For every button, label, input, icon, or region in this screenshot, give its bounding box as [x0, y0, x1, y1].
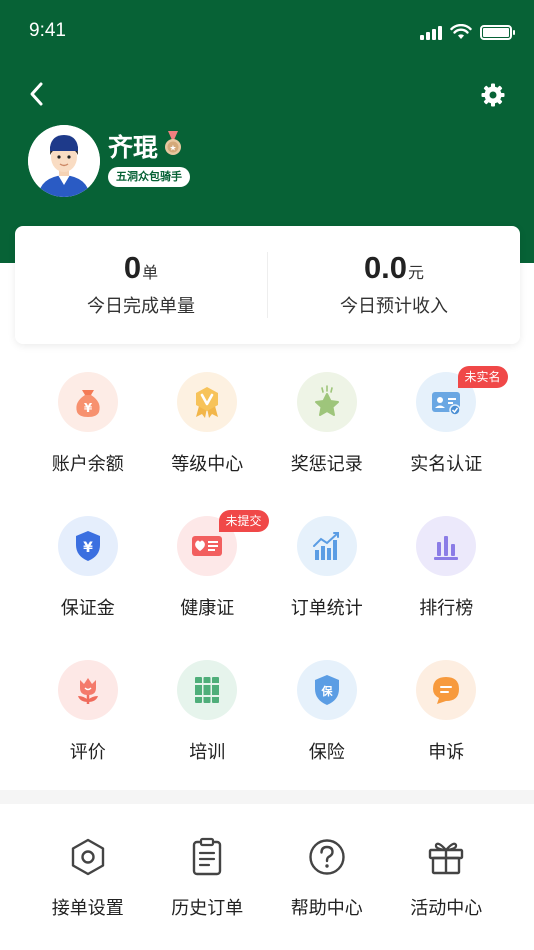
bottom-label: 历史订单 [171, 898, 244, 919]
role-tag: 五洞众包骑手 [108, 167, 190, 187]
grid-label: 账户余额 [51, 454, 124, 475]
grid-item-appeal[interactable]: 申诉 [387, 660, 507, 804]
bar-chart-icon [312, 532, 339, 560]
bottom-item-history-orders[interactable]: 历史订单 [148, 804, 268, 950]
bottom-label: 接单设置 [51, 898, 124, 919]
grid-label: 等级中心 [171, 454, 244, 475]
stat-unit: 单 [142, 263, 159, 282]
section-divider [0, 790, 534, 804]
wifi-icon [450, 24, 472, 39]
grid-label: 实名认证 [410, 454, 483, 475]
grid-item-rewards-record[interactable]: 奖惩记录 [267, 372, 387, 516]
grid-label: 健康证 [180, 598, 235, 619]
user-name: 齐琨 [108, 133, 159, 162]
status-time: 9:41 [29, 20, 66, 41]
bottom-label: 帮助中心 [290, 898, 363, 919]
ranking-icon [434, 536, 459, 560]
battery-icon [480, 24, 515, 40]
settings-gear-icon[interactable] [480, 82, 506, 108]
svg-text:¥: ¥ [83, 540, 93, 556]
level-badge-icon [196, 387, 219, 418]
avatar[interactable] [28, 125, 100, 197]
money-bag-icon: ¥ [76, 390, 100, 417]
rider-avatar-icon [28, 125, 100, 197]
svg-text:★: ★ [169, 144, 176, 153]
svg-text:¥: ¥ [84, 401, 93, 415]
stat-value: 0.0 [363, 250, 408, 285]
grid-item-review[interactable]: 评价 [28, 660, 148, 804]
stat-label: 今日完成单量 [87, 296, 195, 317]
star-icon [314, 385, 339, 416]
grid-label: 订单统计 [290, 598, 363, 619]
grid-item-deposit[interactable]: ¥ 保证金 [28, 516, 148, 660]
stat-label: 今日预计收入 [340, 296, 448, 317]
stat-estimated-income[interactable]: 0.0元 今日预计收入 [268, 226, 520, 344]
grid-item-insurance[interactable]: 保 保险 [267, 660, 387, 804]
grid-label: 申诉 [428, 742, 465, 763]
status-icons [420, 24, 515, 40]
stat-completed-orders[interactable]: 0单 今日完成单量 [15, 226, 267, 344]
medal-icon: ★ [165, 131, 181, 155]
grid-label: 奖惩记录 [290, 454, 363, 475]
insurance-shield-icon: 保 [314, 675, 339, 705]
health-cert-icon [192, 536, 223, 556]
grid-label: 保证金 [60, 598, 115, 619]
grid-label: 评价 [69, 742, 106, 763]
question-icon [309, 839, 345, 875]
grid-item-training[interactable]: 培训 [148, 660, 268, 804]
deposit-shield-icon: ¥ [75, 531, 100, 561]
grid-label: 培训 [189, 742, 226, 763]
bottom-item-order-settings[interactable]: 接单设置 [28, 804, 148, 950]
today-stats-card: 0单 今日完成单量 0.0元 今日预计收入 [15, 226, 520, 344]
stat-unit: 元 [408, 263, 425, 282]
grid-item-real-name-auth[interactable]: 实名认证 未实名 [387, 366, 508, 516]
grid-label: 排行榜 [419, 598, 474, 619]
clipboard-icon [193, 837, 222, 876]
feature-grid: ¥ 账户余额 等级中心 奖惩记录 实名认证 未实名 ¥ 保证金 健康证 未提交 … [0, 366, 534, 804]
status-bar: 9:41 [0, 0, 534, 64]
back-arrow-icon[interactable] [24, 80, 52, 108]
grid-item-account-balance[interactable]: ¥ 账户余额 [28, 372, 148, 516]
hex-nut-icon [71, 838, 104, 876]
grid-item-health-cert[interactable]: 健康证 未提交 [148, 510, 269, 660]
bottom-item-help-center[interactable]: 帮助中心 [267, 804, 387, 950]
flower-icon [77, 678, 98, 704]
bottom-tools: 接单设置 历史订单 帮助中心 活动中心 [0, 804, 534, 950]
chat-bubble-icon [433, 677, 460, 704]
status-badge: 未实名 [457, 366, 508, 388]
bottom-item-activity-center[interactable]: 活动中心 [387, 804, 507, 950]
stat-value: 0 [123, 250, 142, 285]
grid-label: 保险 [308, 742, 345, 763]
grid-item-ranking[interactable]: 排行榜 [387, 516, 507, 660]
books-icon [195, 677, 220, 703]
signal-icon [420, 25, 442, 40]
grid-item-order-stats[interactable]: 订单统计 [267, 516, 387, 660]
bottom-label: 活动中心 [410, 898, 483, 919]
gift-icon [429, 842, 464, 875]
status-badge: 未提交 [218, 510, 269, 532]
grid-item-level-center[interactable]: 等级中心 [148, 372, 268, 516]
svg-text:保: 保 [320, 684, 333, 698]
id-card-icon [432, 392, 461, 416]
